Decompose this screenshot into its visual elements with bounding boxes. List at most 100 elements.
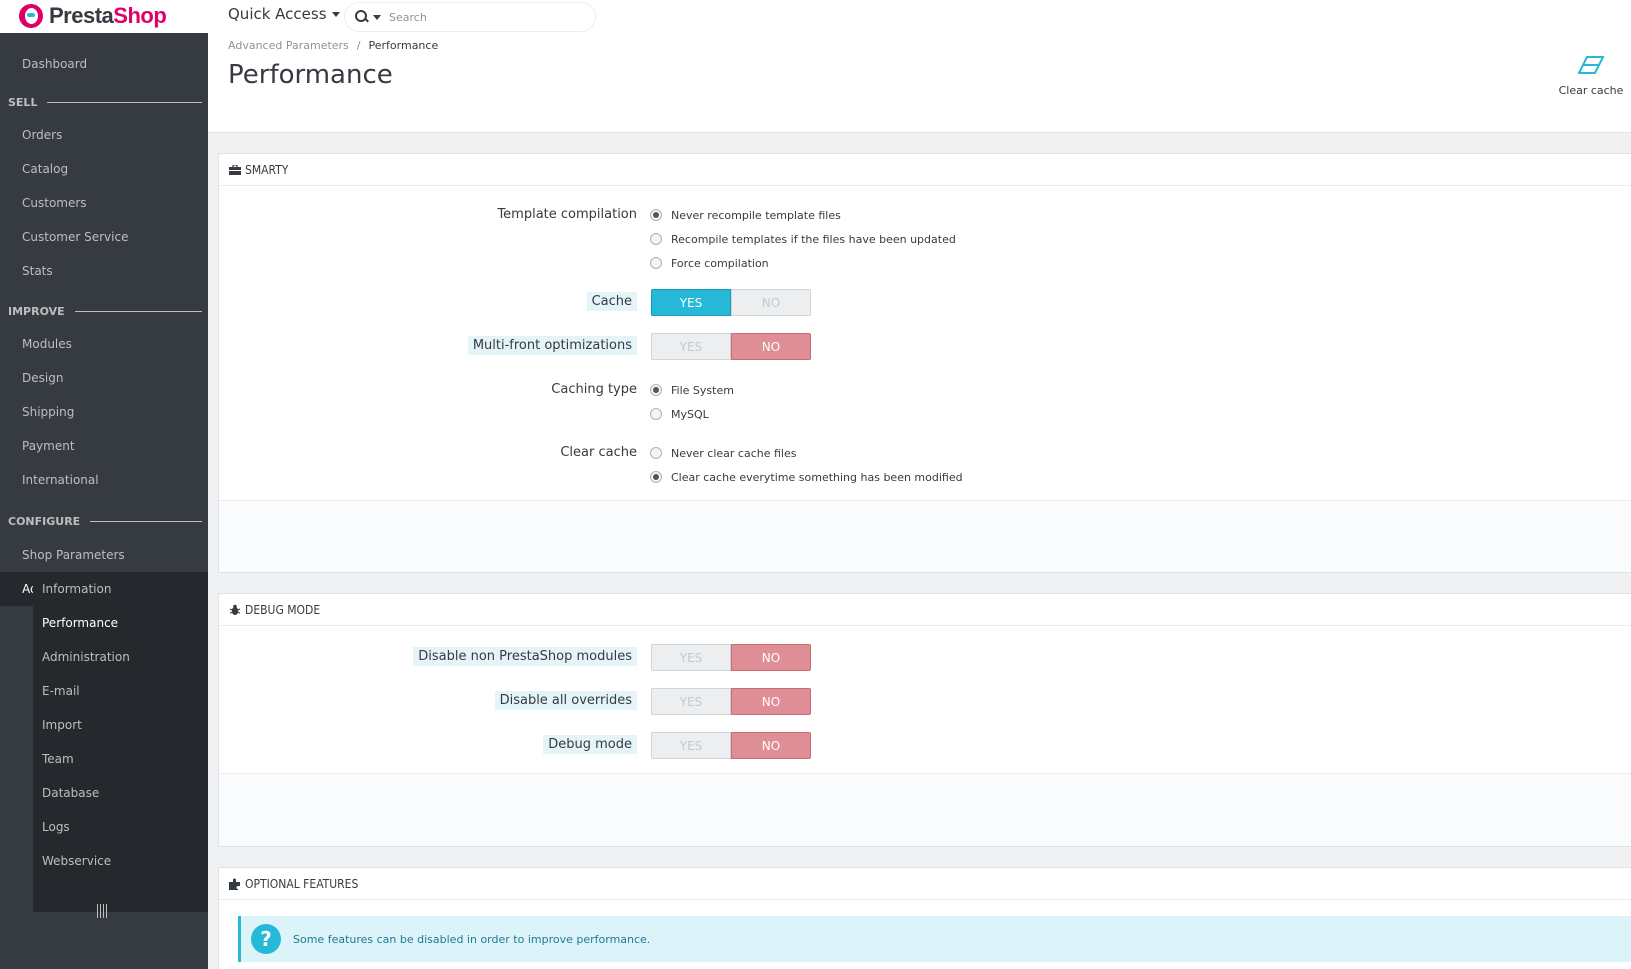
breadcrumb-parent-link[interactable]: Advanced Parameters: [228, 39, 349, 52]
cache-label: Cache: [586, 292, 637, 311]
breadcrumb: Advanced Parameters / Performance: [228, 39, 438, 52]
smarty-panel: SMARTY Template compilation Never recomp…: [218, 153, 1631, 573]
debug-mode-no-option[interactable]: NO: [731, 732, 811, 759]
briefcase-icon: [229, 164, 241, 175]
smarty-panel-heading: SMARTY: [219, 154, 1631, 186]
chevron-down-icon[interactable]: [373, 14, 381, 20]
page-header: Advanced Parameters / Performance Performa…: [208, 33, 1631, 133]
sidebar-subitem-email[interactable]: E-mail: [33, 674, 208, 708]
sidebar-subitem-performance[interactable]: Performance: [33, 606, 208, 640]
sidebar-section-sell: SELL: [8, 96, 202, 109]
bug-icon: [229, 604, 241, 615]
sidebar-item-dashboard[interactable]: Dashboard: [0, 47, 208, 81]
search-input[interactable]: [389, 10, 569, 24]
template-compilation-option-recompile[interactable]: Recompile templates if the files have be…: [650, 227, 956, 251]
multi-front-switch[interactable]: YES NO: [651, 333, 811, 360]
logo-text-presta: Presta: [49, 3, 114, 28]
performance-info-text: Some features can be disabled in order t…: [293, 932, 651, 946]
sidebar-item-catalog[interactable]: Catalog: [0, 152, 208, 186]
top-bar: PrestaShop Quick Access: [0, 0, 1631, 33]
debug-mode-panel: DEBUG MODE Disable non PrestaShop module…: [218, 593, 1631, 847]
clear-cache-label: Clear cache: [1558, 84, 1624, 97]
cache-switch[interactable]: YES NO: [651, 289, 811, 316]
caching-type-option-mysql[interactable]: MySQL: [650, 402, 734, 426]
clear-cache-setting-label: Clear cache: [560, 445, 637, 460]
disable-non-ps-modules-switch[interactable]: YES NO: [651, 644, 811, 671]
clear-cache-button[interactable]: Clear cache: [1551, 55, 1631, 97]
sidebar-section-improve: IMPROVE: [8, 305, 202, 318]
sidebar-item-customers[interactable]: Customers: [0, 186, 208, 220]
template-compilation-option-never[interactable]: Never recompile template files: [650, 203, 956, 227]
caching-type-label: Caching type: [551, 382, 637, 397]
template-compilation-option-force[interactable]: Force compilation: [650, 251, 956, 275]
clear-cache-radios: Never clear cache files Clear cache ever…: [650, 441, 963, 489]
search-icon[interactable]: [355, 10, 369, 24]
breadcrumb-separator: /: [356, 39, 361, 52]
multi-front-label: Multi-front optimizations: [467, 336, 637, 355]
debug-mode-switch[interactable]: YES NO: [651, 732, 811, 759]
advanced-parameters-submenu: Information Performance Administration E…: [33, 572, 208, 912]
smarty-panel-footer: [219, 500, 1631, 572]
cache-yes-option[interactable]: YES: [651, 289, 731, 316]
sidebar-subitem-import[interactable]: Import: [33, 708, 208, 742]
sidebar-item-customer-service[interactable]: Customer Service: [0, 220, 208, 254]
smarty-heading-text: SMARTY: [245, 162, 289, 177]
search-box: [344, 2, 596, 32]
disable-overrides-no-option[interactable]: NO: [731, 688, 811, 715]
sidebar-subitem-webservice[interactable]: Webservice: [33, 844, 208, 878]
debug-mode-label: Debug mode: [543, 735, 637, 754]
sidebar-item-shipping[interactable]: Shipping: [0, 395, 208, 429]
sidebar-subitem-database[interactable]: Database: [33, 776, 208, 810]
radio-button[interactable]: [650, 384, 662, 396]
page-title: Performance: [228, 60, 393, 90]
disable-overrides-yes-option[interactable]: YES: [651, 688, 731, 715]
disable-overrides-switch[interactable]: YES NO: [651, 688, 811, 715]
debug-heading-text: DEBUG MODE: [245, 602, 321, 617]
help-icon: ?: [251, 924, 281, 954]
sidebar-item-international[interactable]: International: [0, 463, 208, 497]
quick-access-dropdown[interactable]: Quick Access: [228, 5, 340, 23]
quick-access-label: Quick Access: [228, 5, 327, 23]
cache-no-option[interactable]: NO: [731, 289, 811, 316]
disable-non-ps-no-option[interactable]: NO: [731, 644, 811, 671]
disable-non-ps-modules-label: Disable non PrestaShop modules: [413, 647, 637, 666]
sidebar-item-orders[interactable]: Orders: [0, 118, 208, 152]
performance-info-alert: ? Some features can be disabled in order…: [238, 916, 1631, 962]
template-compilation-label: Template compilation: [497, 207, 637, 222]
sidebar-subitem-team[interactable]: Team: [33, 742, 208, 776]
chevron-down-icon: [331, 11, 340, 17]
sidebar-collapse-icon[interactable]: [97, 904, 109, 918]
prestashop-logo[interactable]: PrestaShop: [19, 2, 167, 30]
eraser-icon: [1578, 56, 1604, 74]
radio-button[interactable]: [650, 257, 662, 269]
optional-features-panel-heading: OPTIONAL FEATURES: [219, 868, 1631, 900]
sidebar-item-modules[interactable]: Modules: [0, 327, 208, 361]
radio-button[interactable]: [650, 233, 662, 245]
sidebar-item-stats[interactable]: Stats: [0, 254, 208, 288]
sidebar-item-shop-parameters[interactable]: Shop Parameters: [0, 538, 208, 572]
radio-button[interactable]: [650, 447, 662, 459]
sidebar-subitem-information[interactable]: Information: [33, 572, 208, 606]
clear-cache-option-everytime[interactable]: Clear cache everytime something has been…: [650, 465, 963, 489]
sidebar-item-payment[interactable]: Payment: [0, 429, 208, 463]
radio-button[interactable]: [650, 471, 662, 483]
prestashop-logo-icon: [19, 4, 43, 28]
radio-button[interactable]: [650, 209, 662, 221]
breadcrumb-current: Performance: [368, 39, 439, 52]
radio-button[interactable]: [650, 408, 662, 420]
sidebar-item-design[interactable]: Design: [0, 361, 208, 395]
disable-overrides-label: Disable all overrides: [494, 691, 637, 710]
caching-type-option-filesystem[interactable]: File System: [650, 378, 734, 402]
multi-front-yes-option[interactable]: YES: [651, 333, 731, 360]
debug-mode-panel-footer: [219, 773, 1631, 846]
puzzle-icon: [229, 878, 240, 890]
debug-mode-yes-option[interactable]: YES: [651, 732, 731, 759]
sidebar-subitem-administration[interactable]: Administration: [33, 640, 208, 674]
caching-type-radios: File System MySQL: [650, 378, 734, 426]
sidebar-subitem-logs[interactable]: Logs: [33, 810, 208, 844]
multi-front-no-option[interactable]: NO: [731, 333, 811, 360]
clear-cache-option-never[interactable]: Never clear cache files: [650, 441, 963, 465]
logo-text-shop: Shop: [113, 3, 167, 28]
debug-mode-panel-heading: DEBUG MODE: [219, 594, 1631, 626]
disable-non-ps-yes-option[interactable]: YES: [651, 644, 731, 671]
